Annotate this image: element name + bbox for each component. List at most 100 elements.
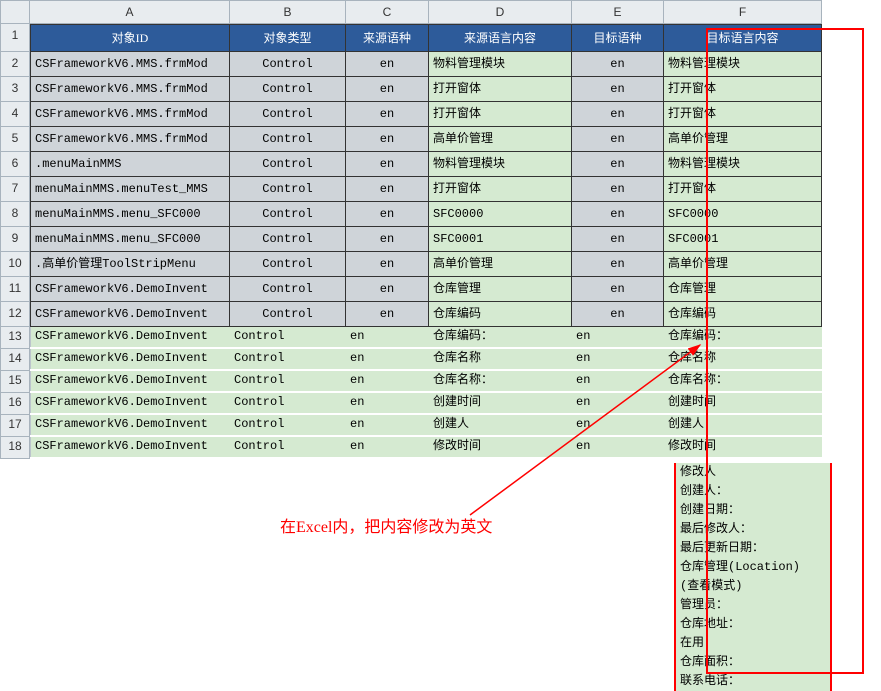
- cell[interactable]: 仓库管理: [664, 277, 822, 302]
- row-header[interactable]: 14: [0, 349, 30, 371]
- cell[interactable]: en: [572, 227, 664, 252]
- cell[interactable]: 创建人: [664, 415, 822, 435]
- cell[interactable]: en: [346, 152, 429, 177]
- row-header[interactable]: 9: [0, 227, 30, 252]
- select-all-corner[interactable]: [0, 0, 30, 24]
- cell[interactable]: en: [572, 349, 664, 369]
- cell[interactable]: 仓库编码: [429, 302, 572, 327]
- cell[interactable]: Control: [230, 77, 346, 102]
- col-header-F[interactable]: F: [664, 0, 822, 24]
- cell[interactable]: 修改人: [676, 463, 830, 482]
- row-header[interactable]: 16: [0, 393, 30, 415]
- col-header-C[interactable]: C: [346, 0, 429, 24]
- cell[interactable]: CSFrameworkV6.DemoInvent: [30, 371, 230, 391]
- cell[interactable]: 高单价管理: [664, 127, 822, 152]
- cell[interactable]: en: [346, 349, 429, 369]
- cell[interactable]: 打开窗体: [429, 102, 572, 127]
- header-cell[interactable]: 对象ID: [30, 24, 230, 52]
- cell[interactable]: en: [572, 393, 664, 413]
- cell[interactable]: 仓库名称：: [429, 371, 572, 391]
- row-header[interactable]: 1: [0, 24, 30, 52]
- cell[interactable]: en: [572, 127, 664, 152]
- cell[interactable]: CSFrameworkV6.MMS.frmMod: [30, 127, 230, 152]
- cell[interactable]: en: [346, 227, 429, 252]
- row-header[interactable]: 13: [0, 327, 30, 349]
- header-cell[interactable]: 来源语言内容: [429, 24, 572, 52]
- row-header[interactable]: 2: [0, 52, 30, 77]
- spreadsheet[interactable]: ABCDEF 1 对象ID 对象类型 来源语种 来源语言内容 目标语种 目标语言…: [0, 0, 881, 459]
- cell[interactable]: CSFrameworkV6.DemoInvent: [30, 437, 230, 457]
- row-header[interactable]: 4: [0, 102, 30, 127]
- cell[interactable]: Control: [230, 102, 346, 127]
- cell[interactable]: en: [572, 202, 664, 227]
- cell[interactable]: Control: [230, 437, 346, 457]
- cell[interactable]: CSFrameworkV6.DemoInvent: [30, 415, 230, 435]
- cell[interactable]: CSFrameworkV6.MMS.frmMod: [30, 52, 230, 77]
- row-header[interactable]: 7: [0, 177, 30, 202]
- cell[interactable]: 最后修改人：: [676, 520, 830, 539]
- cell[interactable]: 打开窗体: [664, 177, 822, 202]
- cell[interactable]: en: [572, 152, 664, 177]
- cell[interactable]: Control: [230, 252, 346, 277]
- cell[interactable]: (查看模式): [676, 577, 830, 596]
- cell[interactable]: Control: [230, 393, 346, 413]
- cell[interactable]: en: [346, 102, 429, 127]
- row-header[interactable]: 11: [0, 277, 30, 302]
- cell[interactable]: 创建时间: [664, 393, 822, 413]
- cell[interactable]: 仓库面积：: [676, 653, 830, 672]
- cell[interactable]: en: [572, 177, 664, 202]
- cell[interactable]: 打开窗体: [664, 77, 822, 102]
- col-header-D[interactable]: D: [429, 0, 572, 24]
- cell[interactable]: en: [346, 127, 429, 152]
- cell[interactable]: Control: [230, 127, 346, 152]
- cell[interactable]: 在用: [676, 634, 830, 653]
- cell[interactable]: en: [346, 437, 429, 457]
- cell[interactable]: 仓库编码：: [429, 327, 572, 347]
- cell[interactable]: Control: [230, 371, 346, 391]
- cell[interactable]: en: [346, 177, 429, 202]
- cell[interactable]: 打开窗体: [429, 77, 572, 102]
- cell[interactable]: Control: [230, 302, 346, 327]
- cell[interactable]: 创建时间: [429, 393, 572, 413]
- cell[interactable]: menuMainMMS.menu_SFC000: [30, 227, 230, 252]
- cell[interactable]: Control: [230, 277, 346, 302]
- header-cell[interactable]: 对象类型: [230, 24, 346, 52]
- cell[interactable]: en: [572, 102, 664, 127]
- cell[interactable]: Control: [230, 227, 346, 252]
- cell[interactable]: 物料管理模块: [429, 152, 572, 177]
- cell[interactable]: 高单价管理: [429, 252, 572, 277]
- cell[interactable]: en: [346, 393, 429, 413]
- row-header[interactable]: 8: [0, 202, 30, 227]
- cell[interactable]: 修改时间: [664, 437, 822, 457]
- cell[interactable]: 修改时间: [429, 437, 572, 457]
- cell[interactable]: Control: [230, 177, 346, 202]
- cell[interactable]: .高单价管理ToolStripMenu: [30, 252, 230, 277]
- cell[interactable]: 仓库编码：: [664, 327, 822, 347]
- cell[interactable]: Control: [230, 52, 346, 77]
- cell[interactable]: 管理员：: [676, 596, 830, 615]
- cell[interactable]: 仓库管理(Location): [676, 558, 830, 577]
- cell[interactable]: 联系电话：: [676, 672, 830, 691]
- cell[interactable]: Control: [230, 415, 346, 435]
- cell[interactable]: 创建人: [429, 415, 572, 435]
- cell[interactable]: en: [572, 52, 664, 77]
- cell[interactable]: 物料管理模块: [429, 52, 572, 77]
- cell[interactable]: SFC0000: [429, 202, 572, 227]
- cell[interactable]: menuMainMMS.menu_SFC000: [30, 202, 230, 227]
- cell[interactable]: .menuMainMMS: [30, 152, 230, 177]
- header-cell[interactable]: 目标语言内容: [664, 24, 822, 52]
- cell[interactable]: CSFrameworkV6.MMS.frmMod: [30, 102, 230, 127]
- cell[interactable]: CSFrameworkV6.DemoInvent: [30, 277, 230, 302]
- cell[interactable]: en: [346, 302, 429, 327]
- cell[interactable]: en: [346, 202, 429, 227]
- cell[interactable]: en: [572, 371, 664, 391]
- cell[interactable]: 物料管理模块: [664, 152, 822, 177]
- header-cell[interactable]: 来源语种: [346, 24, 429, 52]
- row-header[interactable]: 12: [0, 302, 30, 327]
- header-cell[interactable]: 目标语种: [572, 24, 664, 52]
- cell[interactable]: 创建人：: [676, 482, 830, 501]
- cell[interactable]: en: [572, 437, 664, 457]
- row-header[interactable]: 18: [0, 437, 30, 459]
- cell[interactable]: 高单价管理: [429, 127, 572, 152]
- cell[interactable]: 创建日期：: [676, 501, 830, 520]
